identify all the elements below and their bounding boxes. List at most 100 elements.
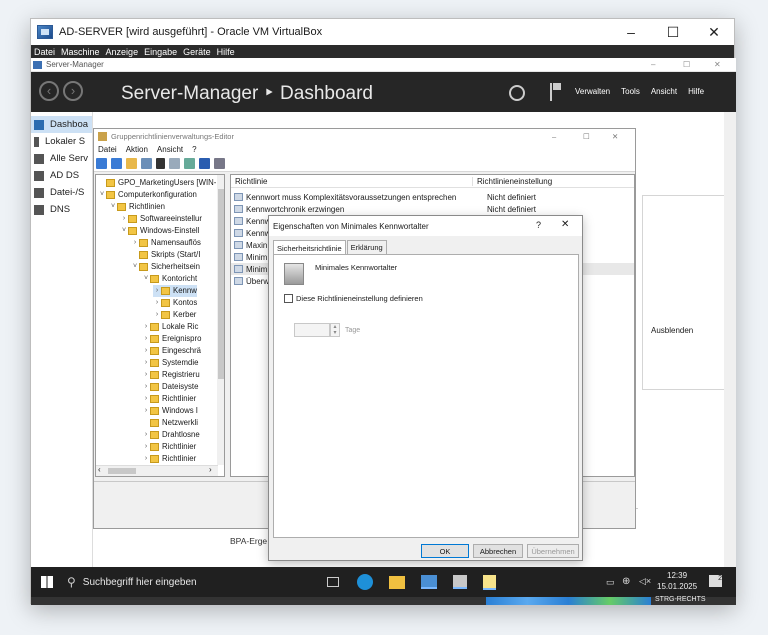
gpo-close-icon[interactable]: ✕ (612, 132, 618, 141)
expand-icon[interactable]: › (142, 321, 150, 333)
server-manager-task-icon[interactable] (420, 575, 437, 589)
tree-node[interactable]: › Kennw (153, 285, 197, 297)
sm-close-icon[interactable]: ✕ (714, 60, 721, 69)
tree-node[interactable]: › Ereignispro (142, 333, 201, 345)
expand-icon[interactable]: › (142, 333, 150, 345)
volume-icon[interactable]: ◁× (639, 576, 651, 587)
tree-node[interactable]: › Eingeschrä (142, 345, 201, 357)
expand-icon[interactable]: › (131, 237, 139, 249)
define-policy-checkbox[interactable] (284, 294, 293, 303)
scroll-thumb[interactable] (108, 468, 136, 474)
expand-icon[interactable]: › (142, 393, 150, 405)
menu-hilfe[interactable]: Hilfe (217, 47, 235, 57)
tab-sicherheitsrichtlinie[interactable]: Sicherheitsrichtlinie (273, 240, 346, 255)
expand-icon[interactable]: › (142, 405, 150, 417)
expand-icon[interactable]: › (142, 453, 150, 465)
tree-node[interactable]: › Namensauflös (131, 237, 201, 249)
policy-row[interactable]: Kennwortchronik erzwingen Nicht definiert (231, 203, 634, 215)
gpo-menu-ansicht[interactable]: Ansicht (157, 145, 183, 154)
dialog-close-button[interactable]: ✕ (561, 219, 569, 230)
expand-icon[interactable]: › (153, 297, 161, 309)
expand-icon[interactable]: ˅ (142, 273, 150, 285)
gpo-editor-task-icon[interactable] (482, 574, 496, 590)
expand-icon[interactable]: ˅ (109, 201, 117, 213)
network-icon[interactable]: ▭ (606, 577, 615, 588)
tab-erklaerung[interactable]: Erklärung (346, 240, 387, 254)
sm-minimize-icon[interactable]: – (651, 60, 655, 69)
gpo-menu-help[interactable]: ? (192, 145, 196, 154)
scroll-left-icon[interactable]: ‹ (98, 465, 101, 474)
expand-icon[interactable]: › (142, 441, 150, 453)
nav-item-all-servers[interactable]: Alle Serv (31, 150, 92, 167)
close-button[interactable]: ✕ (692, 19, 736, 45)
notification-badge[interactable]: 2 (709, 575, 722, 587)
back-icon[interactable]: ‹ (39, 81, 59, 101)
gpo-maximize-icon[interactable]: ☐ (583, 132, 590, 141)
tree-node[interactable]: › Kontos (153, 297, 197, 309)
tree-node[interactable]: › Registrieru (142, 369, 200, 381)
minimize-button[interactable]: – (609, 19, 653, 45)
export-icon[interactable] (184, 158, 195, 169)
back-arrow-icon[interactable] (96, 158, 107, 169)
expand-icon[interactable]: › (120, 213, 128, 225)
expand-icon[interactable]: › (153, 285, 161, 297)
expand-icon[interactable]: › (142, 381, 150, 393)
nav-item-file-services[interactable]: Datei-/S (31, 184, 92, 201)
gpo-management-task-icon[interactable] (452, 575, 467, 589)
expand-icon[interactable]: › (153, 309, 161, 321)
nav-item-dashboard[interactable]: Dashboa (31, 116, 92, 133)
language-icon[interactable]: ⊕ (622, 576, 630, 587)
ok-button[interactable]: OK (421, 544, 469, 558)
view-icon[interactable] (214, 158, 225, 169)
tree-node[interactable]: ˅ Windows-Einstell (120, 225, 199, 237)
tree-node[interactable]: › Systemdie (142, 357, 198, 369)
days-spinner[interactable]: ▴ ▾ (330, 323, 340, 337)
gpo-menu-datei[interactable]: Datei (98, 145, 117, 154)
tree-node[interactable]: ˅ Sicherheitsein (131, 261, 200, 273)
menu-hilfe-sm[interactable]: Hilfe (688, 87, 704, 96)
nav-item-dns[interactable]: DNS (31, 201, 92, 218)
tree-node[interactable]: ˅ Kontoricht (142, 273, 197, 285)
tree-node[interactable]: › Richtlinier (142, 453, 196, 465)
menu-eingabe[interactable]: Eingabe (144, 47, 177, 57)
tree-node[interactable]: › Lokale Ric (142, 321, 198, 333)
windows-start-icon[interactable] (41, 576, 53, 588)
cancel-button[interactable]: Abbrechen (473, 544, 523, 558)
dialog-help-button[interactable]: ? (536, 220, 541, 230)
help-icon[interactable] (199, 158, 210, 169)
expand-icon[interactable]: › (142, 345, 150, 357)
expand-icon[interactable]: › (142, 369, 150, 381)
menu-geraete[interactable]: Geräte (183, 47, 211, 57)
edge-icon[interactable] (356, 574, 373, 590)
tree-node[interactable]: GPO_MarketingUsers [WIN- (98, 177, 216, 189)
tree-node[interactable]: › Kerber (153, 309, 196, 321)
task-view-icon[interactable] (326, 577, 339, 587)
forward-icon[interactable]: › (63, 81, 83, 101)
tree-node[interactable]: › Richtlinier (142, 441, 196, 453)
tree-node[interactable]: Netzwerkli (142, 417, 198, 429)
taskbar-search[interactable]: Suchbegriff hier eingeben (83, 577, 263, 588)
gpo-menu-aktion[interactable]: Aktion (126, 145, 148, 154)
tree-node[interactable]: ˅ Richtlinien (109, 201, 165, 213)
menu-maschine[interactable]: Maschine (61, 47, 100, 57)
show-tree-icon[interactable] (141, 158, 152, 169)
gpo-minimize-icon[interactable]: – (552, 132, 556, 141)
server-manager-scrollbar[interactable] (724, 112, 736, 567)
hide-link[interactable]: Ausblenden (651, 326, 693, 335)
tree-node[interactable]: › Windows I (142, 405, 198, 417)
expand-icon[interactable]: ˅ (131, 261, 139, 273)
refresh-icon[interactable] (509, 85, 525, 101)
properties-icon[interactable] (169, 158, 180, 169)
expand-icon[interactable]: ˅ (98, 189, 106, 201)
tree-v-thumb[interactable] (218, 189, 224, 379)
menu-anzeige[interactable]: Anzeige (106, 47, 139, 57)
delete-icon[interactable] (156, 158, 165, 169)
sm-maximize-icon[interactable]: ☐ (683, 60, 690, 69)
scroll-right-icon[interactable]: › (209, 465, 212, 474)
column-header-policy[interactable]: Richtlinie (231, 177, 472, 186)
tree-node[interactable]: ˅ Computerkonfiguration (98, 189, 197, 201)
column-header-setting[interactable]: Richtlinieneinstellung (472, 176, 598, 186)
days-input[interactable] (294, 323, 330, 337)
tree-node[interactable]: › Drahtlosne (142, 429, 200, 441)
forward-arrow-icon[interactable] (111, 158, 122, 169)
